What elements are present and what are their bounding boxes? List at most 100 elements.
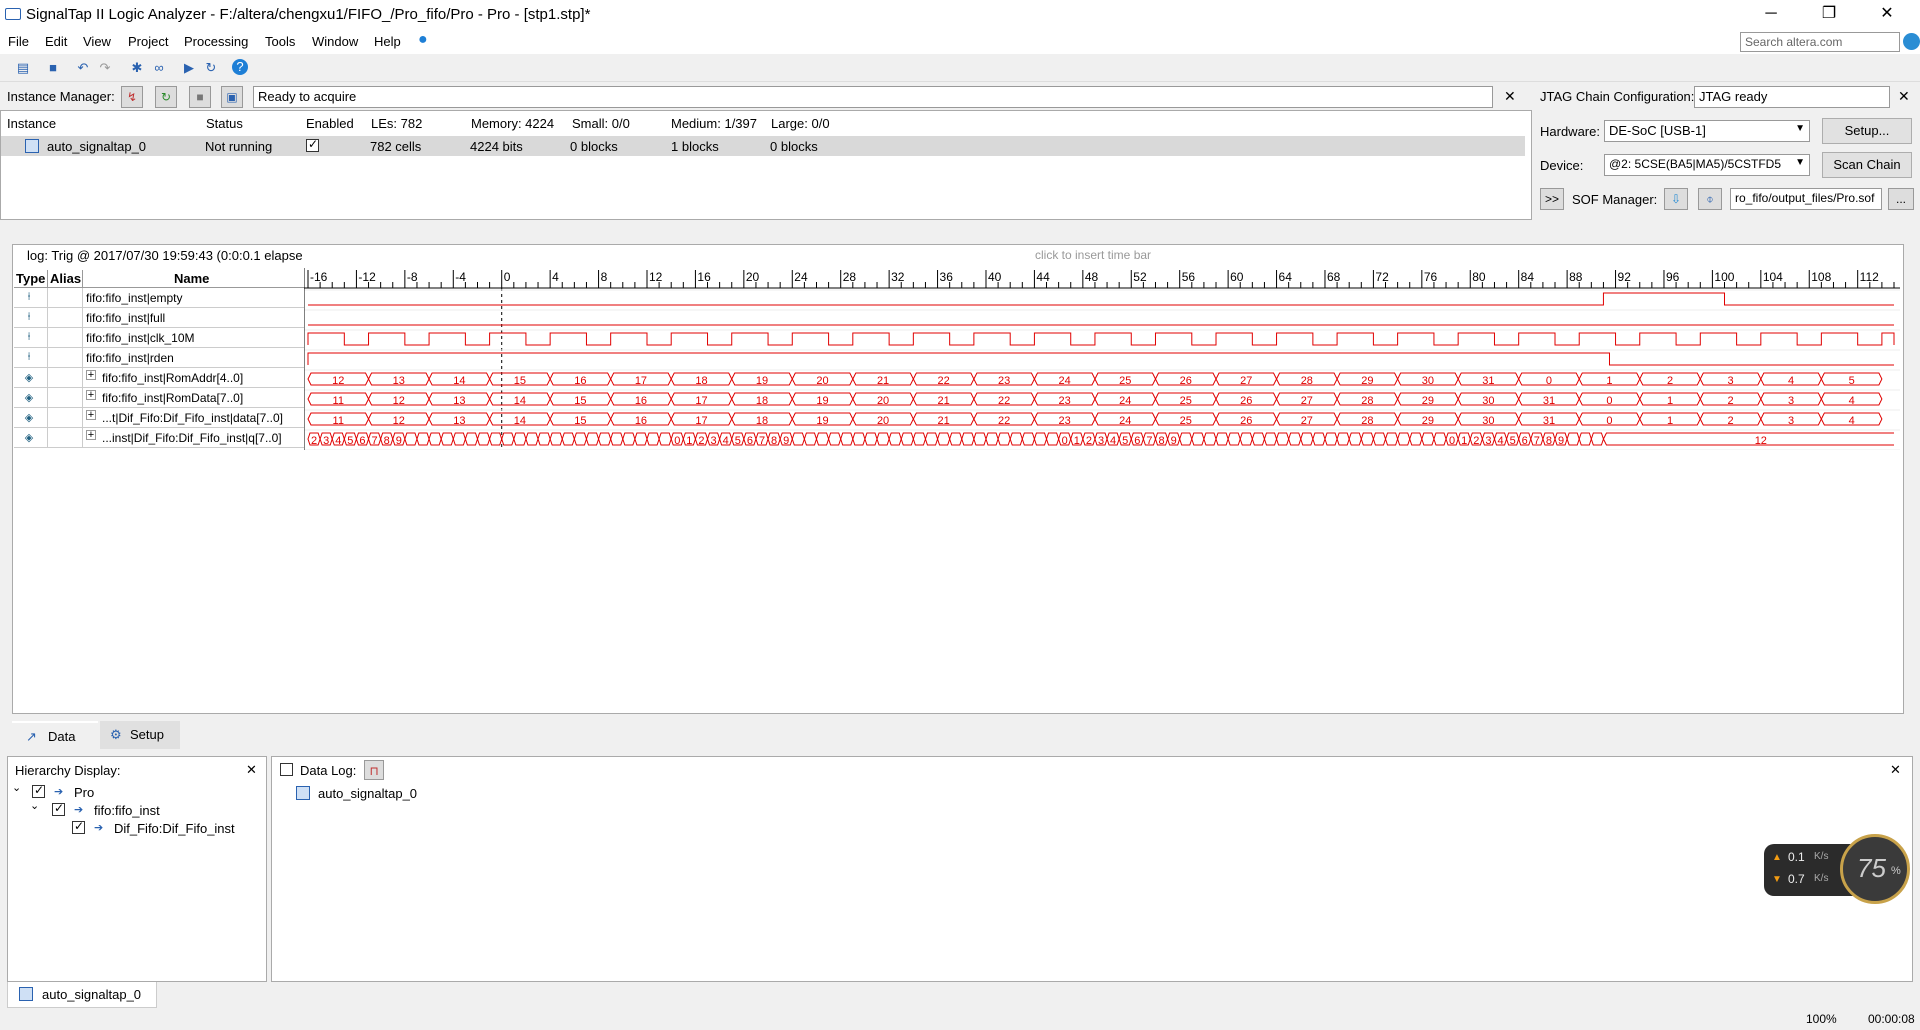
instance-tab[interactable]: auto_signaltap_0: [7, 982, 157, 1008]
close-jtag-icon[interactable]: ✕: [1898, 88, 1910, 105]
sof-path-field[interactable]: ro_fifo/output_files/Pro.sof: [1730, 188, 1882, 210]
wave-romdata-value: 1: [1667, 395, 1673, 407]
jtag-panel: JTAG Chain Configuration: JTAG ready ✕ H…: [1534, 84, 1920, 220]
run-analysis-icon[interactable]: ↻: [155, 86, 177, 108]
menu-file[interactable]: File: [8, 34, 29, 49]
chevron-down-icon[interactable]: ⌄: [30, 799, 39, 812]
signal-row[interactable]: ◈ + fifo:fifo_inst|RomAddr[4..0]: [14, 368, 304, 388]
wave-romdata-value: 23: [1059, 395, 1071, 407]
instance-manager-bar: Instance Manager: ↯ ↻ ■ ▣ Ready to acqui…: [0, 84, 1532, 110]
wave-romaddr-value: 20: [816, 375, 828, 387]
wave-data-value: 29: [1422, 415, 1434, 427]
find-icon[interactable]: ∞: [150, 59, 168, 77]
expand-bus-icon[interactable]: +: [86, 410, 96, 421]
hierarchy-label: Hierarchy Display:: [15, 763, 121, 778]
signal-row[interactable]: ⍿ fifo:fifo_inst|rden: [14, 348, 304, 368]
instance-icon[interactable]: ▤: [14, 59, 32, 77]
settings-icon[interactable]: ✱: [128, 59, 146, 77]
auto-detect-icon[interactable]: ↯: [121, 86, 143, 108]
ruler-tick-label: 44: [1036, 270, 1050, 284]
close-instance-icon[interactable]: ✕: [1504, 88, 1516, 105]
undo-icon[interactable]: ↶: [74, 59, 92, 77]
close-hierarchy-icon[interactable]: ✕: [246, 762, 257, 778]
maximize-button[interactable]: ❐: [1806, 0, 1852, 30]
data-log-item[interactable]: auto_signaltap_0: [318, 786, 417, 801]
hierarchy-item-fifo[interactable]: fifo:fifo_inst: [94, 803, 160, 818]
upload-speed: 0.1: [1788, 850, 1805, 864]
hierarchy-checkbox-pro[interactable]: [32, 783, 45, 798]
browse-button[interactable]: ...: [1888, 188, 1914, 210]
menu-tools[interactable]: Tools: [265, 34, 295, 49]
enabled-checkbox[interactable]: [306, 137, 319, 152]
redo-icon[interactable]: ↷: [96, 59, 114, 77]
wave-q-value: 7: [759, 435, 765, 447]
signal-row[interactable]: ◈ + ...t|Dif_Fifo:Dif_Fifo_inst|data[7..0]: [14, 408, 304, 428]
signal-row[interactable]: ⍿ fifo:fifo_inst|empty: [14, 288, 304, 308]
scan-chain-button[interactable]: Scan Chain: [1822, 152, 1912, 178]
hierarchy-checkbox-fifo[interactable]: [52, 801, 65, 816]
setup-button[interactable]: Setup...: [1822, 118, 1912, 144]
save-icon[interactable]: ■: [44, 59, 62, 77]
run-icon[interactable]: ▶: [180, 59, 198, 77]
program-device-icon[interactable]: ⇩: [1664, 188, 1688, 210]
wave-data-value: 17: [695, 415, 707, 427]
wave-data-value: 2: [1727, 415, 1733, 427]
hierarchy-item-pro[interactable]: Pro: [74, 785, 94, 800]
elapsed-time: 00:00:08: [1868, 1012, 1915, 1026]
signal-row[interactable]: ⍿ fifo:fifo_inst|full: [14, 308, 304, 328]
ruler-tick-label: 12: [649, 270, 663, 284]
tab-bar: ↗ Data ⚙ Setup: [12, 721, 182, 749]
signal-row[interactable]: ◈ + ...inst|Dif_Fifo:Dif_Fifo_inst|q[7..0]: [14, 428, 304, 448]
expand-bus-icon[interactable]: +: [86, 430, 96, 441]
signal-row[interactable]: ◈ + fifo:fifo_inst|RomData[7..0]: [14, 388, 304, 408]
menu-help[interactable]: Help: [374, 34, 401, 49]
autorun-icon[interactable]: ↻: [202, 59, 220, 77]
hierarchy-checkbox-dif-fifo[interactable]: [72, 819, 85, 834]
hierarchy-item-dif-fifo[interactable]: Dif_Fifo:Dif_Fifo_inst: [114, 821, 235, 836]
search-input[interactable]: Search altera.com: [1740, 32, 1900, 52]
ruler-tick-label: -4: [455, 270, 466, 284]
signal-name: fifo:fifo_inst|empty: [86, 291, 183, 305]
ruler-tick-label: 20: [746, 270, 760, 284]
device-select[interactable]: @2: 5CSE(BA5|MA5)/5CSTFD5 ▼: [1604, 154, 1810, 176]
close-button[interactable]: ✕: [1864, 0, 1910, 30]
menu-edit[interactable]: Edit: [45, 34, 67, 49]
wave-romdata-value: 12: [393, 395, 405, 407]
stop-icon[interactable]: ■: [189, 86, 211, 108]
ruler-tick-label: 60: [1230, 270, 1244, 284]
col-status: Status: [206, 116, 243, 131]
wave-romdata-value: 4: [1849, 395, 1855, 407]
menu-processing[interactable]: Processing: [184, 34, 248, 49]
hardware-select[interactable]: DE-SoC [USB-1] ▼: [1604, 120, 1810, 142]
minimize-button[interactable]: ─: [1748, 0, 1794, 30]
help-icon[interactable]: ?: [232, 59, 248, 75]
data-log-checkbox[interactable]: [280, 763, 293, 776]
menu-view[interactable]: View: [83, 34, 111, 49]
row-large: 0 blocks: [770, 139, 818, 154]
network-widget[interactable]: ▲ 0.1 K/s ▼ 0.7 K/s 75 %: [1764, 834, 1912, 904]
wave-data-value: 23: [1059, 415, 1071, 427]
menu-window[interactable]: Window: [312, 34, 358, 49]
read-data-icon[interactable]: ▣: [221, 86, 243, 108]
tab-setup[interactable]: ⚙ Setup: [100, 721, 180, 749]
expand-bus-icon[interactable]: +: [86, 370, 96, 381]
attach-icon[interactable]: ⌽: [1698, 188, 1722, 210]
menu-project[interactable]: Project: [128, 34, 168, 49]
waveform-canvas[interactable]: -16 -12 -8 -4 0 4 8 12 16 20 24 28 32 36 40 44 48 52 56 60 6…: [304, 268, 1900, 450]
signal-row[interactable]: ⍿ fifo:fifo_inst|clk_10M: [14, 328, 304, 348]
close-data-log-icon[interactable]: ✕: [1890, 762, 1901, 778]
wave-q-value: 6: [359, 435, 365, 447]
instance-row[interactable]: auto_signaltap_0 Not running 782 cells 4…: [1, 136, 1525, 156]
wave-q-value: 7: [372, 435, 378, 447]
ruler-tick-label: 4: [552, 270, 559, 284]
ruler-tick-label: -16: [310, 270, 328, 284]
bit-signal-icon: ⍿: [27, 291, 31, 303]
data-log-enable-icon[interactable]: ⊓: [364, 760, 384, 780]
insert-time-bar-hint[interactable]: click to insert time bar: [1035, 248, 1151, 262]
wave-q-value: 3: [1485, 435, 1491, 447]
expand-bus-icon[interactable]: +: [86, 390, 96, 401]
chat-icon[interactable]: ●: [418, 31, 428, 49]
expand-button[interactable]: >>: [1540, 188, 1564, 210]
tab-data[interactable]: ↗ Data: [12, 721, 98, 749]
chevron-down-icon[interactable]: ⌄: [12, 781, 21, 794]
